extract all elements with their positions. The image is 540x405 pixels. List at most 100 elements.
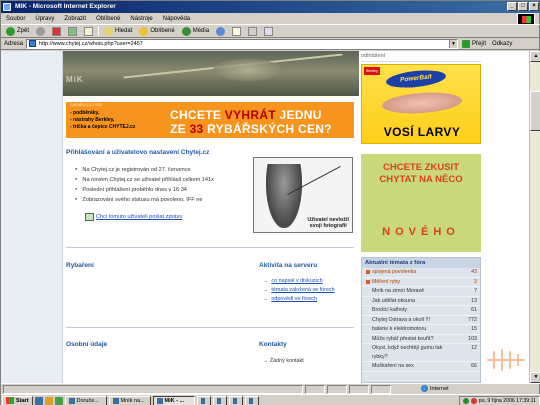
powerbait-ad[interactable]: Berkley PowerBait VOSÍ LARVY — [361, 64, 481, 144]
quicklaunch-folder-icon[interactable] — [44, 396, 53, 405]
home-icon — [84, 26, 94, 36]
menu-napoveda[interactable]: Nápověda — [161, 16, 192, 22]
fish-graphic — [213, 59, 283, 81]
forum-topics-title: Aktuální témata z fóra — [362, 258, 480, 268]
start-button[interactable]: Start — [2, 395, 33, 405]
new-topic-icon — [366, 279, 370, 284]
toolbar: Zpět Hledat Oblíbené Média — [1, 24, 540, 38]
window-title: MIK - Microsoft Internet Explorer — [15, 3, 116, 10]
activity-title: Aktivita na serveru — [259, 262, 318, 269]
page-icon — [29, 40, 37, 47]
scroll-thumb[interactable] — [530, 91, 540, 131]
topic-count: 12 — [471, 345, 477, 351]
history-button[interactable] — [214, 26, 227, 37]
stop-button[interactable] — [50, 26, 63, 37]
edit-button[interactable] — [262, 26, 275, 37]
address-input[interactable]: http://www.chytej.cz/whois.php?user=2457… — [26, 38, 459, 49]
logout-link[interactable]: odhlášení — [361, 53, 481, 62]
berkley-logo: Berkley — [364, 67, 380, 75]
message-icon — [85, 213, 94, 221]
task-icon — [248, 397, 253, 404]
media-button[interactable]: Média — [180, 26, 211, 37]
taskbar-task[interactable] — [244, 395, 259, 405]
vertical-scrollbar[interactable]: ▲ ▼ — [529, 51, 540, 383]
topic-row[interactable]: Brodící kalhoty 61 — [362, 306, 480, 316]
topic-name: baterie k elektromotoru — [372, 326, 427, 332]
links-button[interactable]: Odkazy — [492, 41, 512, 47]
maximize-button[interactable]: □ — [518, 2, 528, 11]
forward-button[interactable] — [34, 26, 47, 37]
activity-link[interactable]: témata založená ve fórech — [263, 286, 334, 295]
user-photo-placeholder: Uživatel nevložil svoji fotografii — [253, 157, 353, 233]
topic-row[interactable]: baterie k elektromotoru 15 — [362, 325, 480, 335]
topic-count: 13 — [471, 297, 477, 304]
topic-row[interactable]: Chytej Ostrava a okolí !!! 772 — [362, 316, 480, 325]
menu-upravy[interactable]: Úpravy — [33, 16, 56, 22]
windows-flag-icon — [6, 397, 14, 404]
divider — [66, 327, 354, 328]
star-icon — [139, 26, 149, 36]
taskbar-task[interactable]: MiK - ... — [152, 395, 195, 405]
topic-row[interactable]: Mník na zimní Moravě 7 — [362, 287, 480, 297]
scroll-up-button[interactable]: ▲ — [530, 51, 540, 62]
forum-topics-box: Aktuální témata z fóra spojená povolenka… — [361, 257, 481, 383]
back-button[interactable]: Zpět — [4, 26, 31, 37]
send-message-link[interactable]: Chci tomuto uživateli poslat zprávu — [85, 213, 182, 221]
activity-link[interactable]: odpovědi ve fórech — [263, 295, 335, 304]
tray-icon[interactable] — [470, 398, 477, 404]
clock[interactable]: po, 9 října 2006 17:39:11 — [479, 398, 536, 404]
main-column: MiK nabídka pro vás - podběráky, - nástr… — [63, 51, 359, 383]
mail-button[interactable] — [230, 26, 243, 37]
menu-soubor[interactable]: Soubor — [4, 16, 27, 22]
print-icon — [248, 26, 258, 36]
activity-links: co napsal v diskuzích témata založená ve… — [263, 277, 335, 304]
refresh-icon — [68, 26, 78, 36]
login-info-list: Na Chytej.cz je registrován od 27. červe… — [75, 165, 255, 205]
menu-zobrazit[interactable]: Zobrazit — [62, 16, 88, 22]
address-dropdown-icon[interactable]: ▼ — [449, 39, 458, 48]
go-button[interactable]: Přejít — [462, 39, 486, 48]
rybareni-title: Rybaření — [66, 262, 94, 269]
search-button[interactable]: Hledat — [102, 26, 134, 37]
topic-row[interactable]: Jak udělat okouna 13 — [362, 297, 480, 306]
site-header-banner: MiK — [63, 51, 359, 96]
larva-image — [381, 90, 463, 116]
go-arrow-icon — [462, 39, 471, 48]
address-bar: Adresa http://www.chytej.cz/whois.php?us… — [1, 38, 540, 50]
topic-row[interactable]: spojená povolenka 43 — [362, 268, 480, 278]
topic-name: Brodící kalhoty — [372, 307, 408, 313]
home-button[interactable] — [82, 26, 95, 37]
activity-link[interactable]: co napsal v diskuzích — [263, 277, 335, 286]
try-new-ad[interactable]: CHCETE ZKUSIT CHYTAT NA NĚCO NOVÉHO — [361, 154, 481, 252]
topic-row[interactable]: Může rybář přestat kouřit? 103 — [362, 335, 480, 344]
tray-icon[interactable] — [462, 398, 469, 404]
right-column: odhlášení Berkley PowerBait VOSÍ LARVY C… — [359, 51, 529, 383]
minimize-button[interactable]: _ — [507, 2, 517, 11]
topic-row[interactable]: Měření ryby 3 — [362, 278, 480, 287]
topic-name: Muškaření na sex — [372, 363, 414, 369]
quicklaunch-app-icon[interactable] — [54, 396, 63, 405]
menu-nastroje[interactable]: Nástroje — [128, 16, 154, 22]
topic-row[interactable]: Okysi, když nechtějí gumu tak rybky? 12 — [362, 344, 480, 362]
topic-row[interactable]: Muškaření na sex 66 — [362, 362, 480, 372]
promo-banner[interactable]: nabídka pro vás - podběráky, - nástrahy … — [66, 102, 354, 138]
close-button[interactable]: × — [529, 2, 539, 11]
taskbar-task[interactable] — [196, 395, 211, 405]
topic-count: 772 — [468, 316, 477, 323]
promo-small-text: nabídka pro vás — [70, 102, 103, 107]
print-button[interactable] — [246, 26, 259, 37]
scroll-down-button[interactable]: ▼ — [530, 372, 540, 383]
new-topic-icon — [366, 270, 370, 274]
taskbar-task[interactable]: Mník na... — [108, 395, 151, 405]
menu-oblibene[interactable]: Oblíbené — [94, 16, 122, 22]
page-content: MiK nabídka pro vás - podběráky, - nástr… — [1, 51, 529, 383]
taskbar-task[interactable]: Doruče... — [64, 395, 107, 405]
refresh-button[interactable] — [66, 26, 79, 37]
taskbar-task[interactable] — [228, 395, 243, 405]
quicklaunch-ie-icon[interactable] — [34, 396, 43, 405]
title-bar[interactable]: MIK - Microsoft Internet Explorer _ □ × — [1, 1, 540, 13]
system-tray: po, 9 října 2006 17:39:11 — [458, 396, 540, 405]
favorites-button[interactable]: Oblíbené — [137, 26, 176, 37]
login-section-title: Přihlášování a uživatelovo nastavení Chy… — [66, 149, 210, 156]
taskbar-task[interactable] — [212, 395, 227, 405]
